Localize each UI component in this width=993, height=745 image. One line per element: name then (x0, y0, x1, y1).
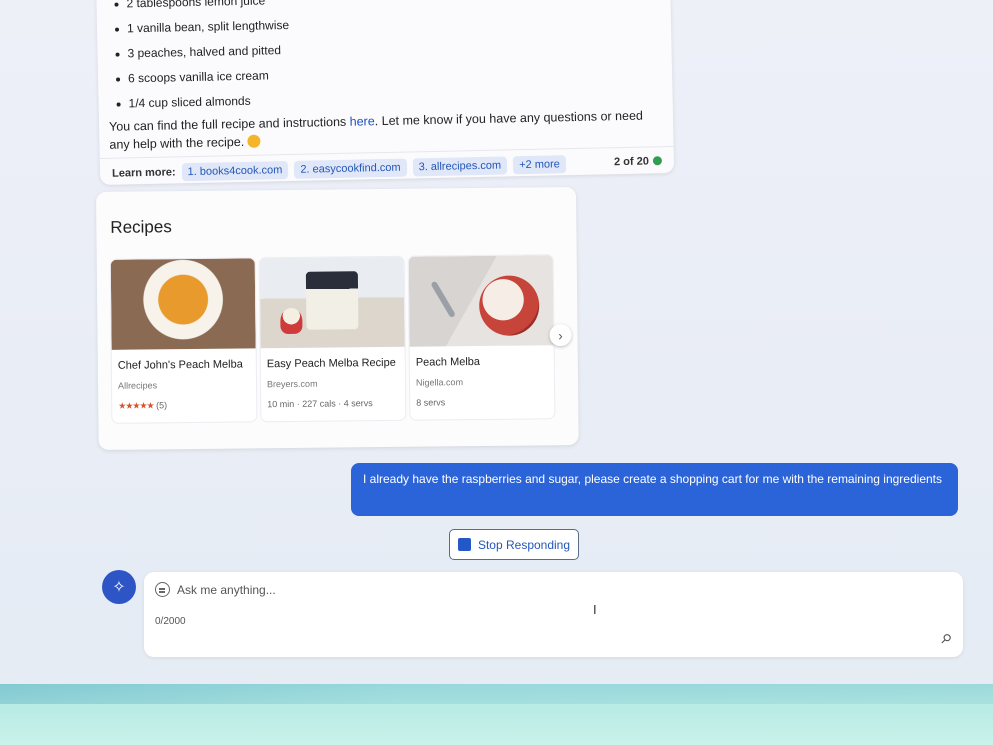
answer-text-before: You can find the full recipe and instruc… (108, 114, 350, 134)
recipes-title: Recipes (110, 217, 172, 237)
carousel-next-button[interactable]: › (549, 324, 572, 347)
source-chip[interactable]: 2. easycookfind.com (294, 158, 407, 179)
user-message-text: I already have the raspberries and sugar… (363, 472, 942, 486)
chat-bubble-icon (155, 582, 170, 597)
stop-icon (457, 538, 471, 551)
ingredient-list: 2 tablespoons lemon juice 1 vanilla bean… (110, 0, 291, 117)
status-dot-icon (652, 156, 663, 166)
rating-stars-icon: ★★★★★ (118, 400, 154, 411)
recipe-name: Chef John's Peach Melba (117, 358, 243, 372)
recipe-tile[interactable]: Chef John's Peach Melba Allrecipes ★★★★★… (110, 258, 257, 423)
recipes-card: Recipes Chef John's Peach Melba Allrecip… (96, 186, 579, 450)
recipe-tile[interactable]: Peach Melba Nigella.com 8 servs (408, 255, 555, 420)
answer-card: 2 tablespoons lemon juice 1 vanilla bean… (96, 0, 675, 188)
recipe-source: Nigella.com (415, 377, 464, 388)
recipe-meta: 10 min · 227 cals · 4 servs (267, 398, 373, 410)
more-sources-chip[interactable]: +2 more (512, 154, 566, 174)
new-topic-broom-icon[interactable]: ✧ (102, 570, 136, 604)
chat-input[interactable] (177, 580, 877, 600)
recipe-name: Easy Peach Melba Recipe (266, 356, 396, 371)
text-cursor-icon: I (593, 602, 597, 617)
recipe-source: Allrecipes (117, 380, 158, 391)
character-count: 0/2000 (155, 616, 186, 627)
rating-count: (5) (156, 400, 168, 411)
user-message-bubble: I already have the raspberries and sugar… (351, 463, 958, 516)
ingredient-item: 3 peaches, halved and pitted (111, 38, 290, 67)
recipe-source: Breyers.com (266, 378, 318, 390)
response-counter: 2 of 20 (613, 155, 663, 169)
recipe-meta: 8 servs (416, 397, 446, 408)
learn-more-row: Learn more: 1. books4cook.com 2. easycoo… (99, 145, 675, 188)
recipe-image (408, 255, 554, 347)
response-counter-text: 2 of 20 (613, 155, 650, 169)
stop-responding-label: Stop Responding (477, 537, 571, 552)
recipe-tile[interactable]: Easy Peach Melba Recipe Breyers.com 10 m… (259, 256, 406, 422)
source-chip[interactable]: 1. books4cook.com (181, 160, 289, 181)
taskbar-background (0, 684, 993, 745)
ingredient-item: 1 vanilla bean, split lengthwise (111, 13, 290, 42)
stop-responding-button[interactable]: Stop Responding (449, 529, 579, 560)
source-chip[interactable]: 3. allrecipes.com (412, 155, 508, 176)
recipe-image (110, 258, 256, 350)
ingredient-item: 1/4 cup sliced almonds (112, 88, 291, 117)
ingredient-item: 6 scoops vanilla ice cream (112, 63, 291, 92)
learn-more-label: Learn more: (111, 165, 176, 180)
chevron-right-icon: › (558, 327, 563, 343)
recipe-image (259, 256, 405, 349)
smile-emoji-icon (247, 134, 261, 148)
recipe-rating: ★★★★★ (5) (118, 400, 167, 412)
pin-icon[interactable]: ⚲ (937, 630, 955, 648)
recipe-carousel: Chef John's Peach Melba Allrecipes ★★★★★… (110, 255, 555, 423)
chat-input-box[interactable]: 0/2000 I ⚲ (144, 572, 963, 657)
recipe-name: Peach Melba (415, 355, 481, 369)
recipe-link[interactable]: here (350, 114, 375, 129)
